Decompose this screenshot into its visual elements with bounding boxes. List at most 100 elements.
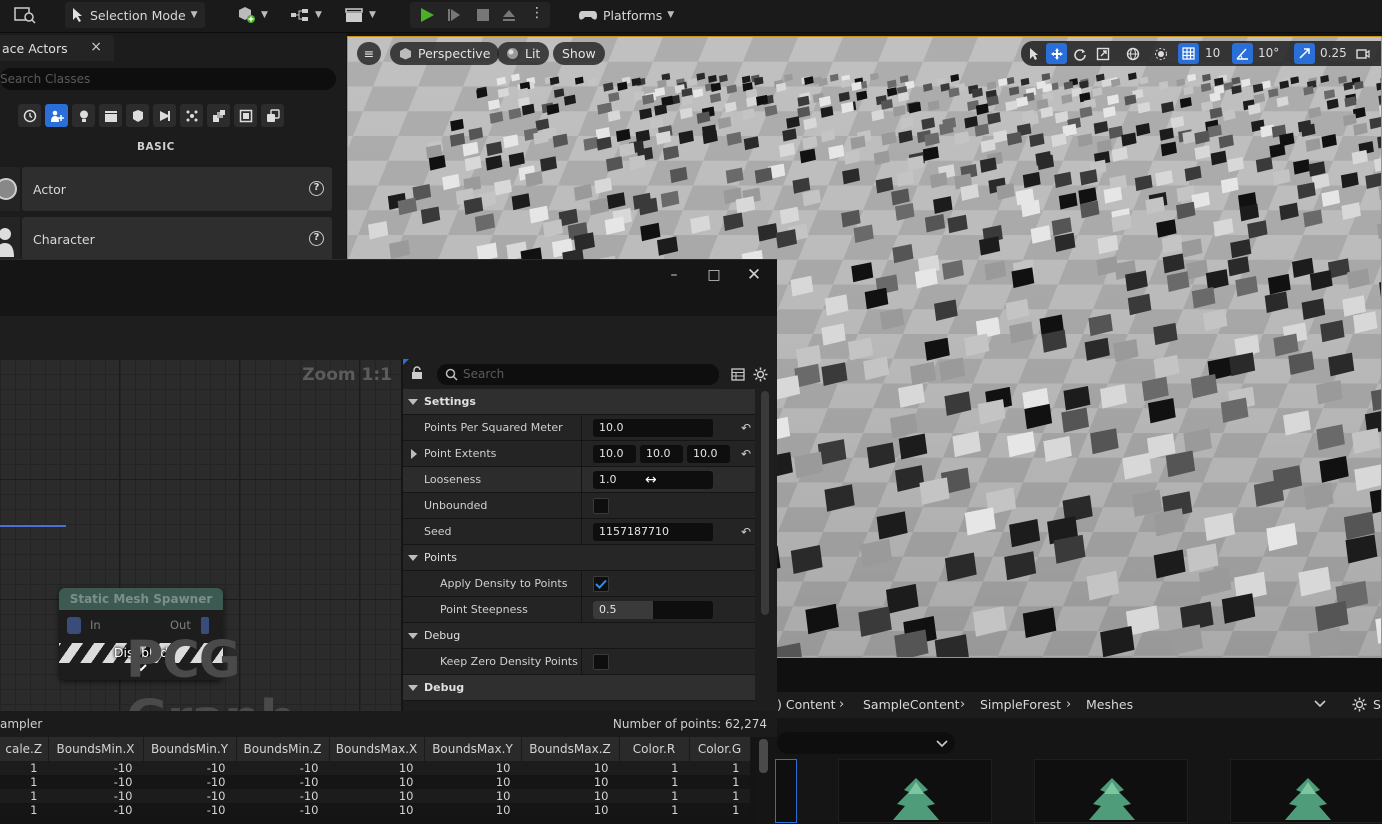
debug-category-2[interactable]: Debug	[403, 675, 755, 701]
close-window-icon[interactable]: ✕	[742, 263, 766, 287]
surface-snapping-icon[interactable]	[1150, 43, 1171, 64]
basic-actors-icon[interactable]	[45, 104, 68, 127]
point-extents-y-field[interactable]: 10.0	[640, 445, 683, 463]
column-header[interactable]: BoundsMax.Z	[521, 737, 619, 761]
lit-mode-button[interactable]: Lit	[497, 42, 549, 65]
breadcrumb-item-simpleforest[interactable]: SimpleForest	[980, 692, 1061, 718]
column-header[interactable]: Color.G	[689, 737, 750, 761]
breadcrumb-item-content[interactable]: ) Content	[777, 692, 836, 718]
cinematics-button[interactable]: ▼	[338, 2, 382, 28]
chevron-down-icon[interactable]	[1314, 700, 1326, 708]
input-pin-icon[interactable]	[67, 617, 81, 634]
grid-snap-icon[interactable]	[1178, 43, 1199, 64]
geometry-icon[interactable]	[153, 104, 176, 127]
reset-arrow-icon[interactable]: ↶	[741, 421, 751, 435]
points-per-sq-m-field[interactable]: 10.0	[593, 419, 713, 437]
grid-snap-value[interactable]: 10	[1205, 46, 1220, 60]
asset-tile[interactable]	[1034, 759, 1188, 823]
add-actor-button[interactable]: ▼	[230, 2, 274, 28]
rotation-snap-icon[interactable]	[1232, 43, 1253, 64]
column-header[interactable]: BoundsMin.Z	[236, 737, 329, 761]
debug-category-1[interactable]: Debug	[403, 623, 755, 649]
table-view-icon[interactable]	[731, 368, 745, 381]
table-row[interactable]: 1-10-10-1010101011	[0, 803, 750, 817]
settings-category[interactable]: Settings	[403, 389, 755, 415]
all-classes-icon[interactable]	[207, 104, 230, 127]
asset-tile[interactable]	[838, 759, 992, 823]
lock-icon[interactable]	[410, 366, 424, 380]
column-header[interactable]: BoundsMin.X	[48, 737, 143, 761]
keep-zero-density-checkbox[interactable]	[593, 654, 609, 670]
viewport-menu-button[interactable]: ≡	[357, 42, 381, 65]
breadcrumb-item-samplecontent[interactable]: SampleContent	[863, 692, 960, 718]
asset-tile[interactable]	[1230, 759, 1382, 823]
reset-arrow-icon[interactable]: ↶	[741, 525, 751, 539]
point-extents-z-field[interactable]: 10.0	[687, 445, 730, 463]
perspective-button[interactable]: Perspective	[390, 42, 499, 65]
list-item-character[interactable]: Character ?	[22, 217, 332, 261]
table-row[interactable]: 1-10-10-1010101011	[0, 789, 750, 803]
attribute-table[interactable]: cale.ZBoundsMin.XBoundsMin.YBoundsMin.ZB…	[0, 737, 757, 824]
rotate-icon[interactable]	[1069, 43, 1090, 64]
visual-effects-icon[interactable]	[126, 104, 149, 127]
point-steepness-slider[interactable]: 0.5	[593, 601, 713, 619]
camera-speed-icon[interactable]	[1352, 43, 1373, 64]
help-icon[interactable]: ?	[309, 231, 324, 246]
world-space-icon[interactable]	[1122, 43, 1143, 64]
table-row[interactable]: 1-10-10-1010101011	[0, 761, 750, 775]
translate-icon[interactable]	[1046, 43, 1067, 64]
asset-tile-selected[interactable]	[775, 759, 797, 823]
place-actors-tab[interactable]: ace Actors ×	[0, 35, 114, 61]
unbounded-checkbox[interactable]	[593, 498, 609, 514]
more-options-icon[interactable]: ⋮	[530, 5, 544, 21]
blueprint-button[interactable]: ▼	[284, 2, 328, 28]
settings-gear-icon[interactable]	[1352, 697, 1367, 712]
place-more-icon[interactable]	[261, 104, 284, 127]
close-icon[interactable]: ×	[90, 39, 102, 55]
search-classes-input[interactable]: Search Classes	[0, 68, 336, 90]
maximize-icon[interactable]: □	[702, 263, 726, 287]
table-scrollbar[interactable]	[759, 739, 768, 773]
scale-snap-value[interactable]: 0.25	[1320, 46, 1347, 60]
show-button[interactable]: Show	[553, 42, 605, 65]
recent-icon[interactable]	[18, 104, 41, 127]
points-category[interactable]: Points	[403, 545, 755, 571]
details-search-input[interactable]: Search	[437, 364, 719, 385]
platforms-button[interactable]: Platforms ▼	[572, 2, 672, 28]
content-folder-icon[interactable]	[14, 5, 36, 25]
stop-icon[interactable]	[474, 6, 492, 24]
help-icon[interactable]: ?	[309, 181, 324, 196]
column-header[interactable]: cale.Z	[0, 737, 48, 761]
rotation-snap-value[interactable]: 10°	[1258, 46, 1279, 60]
minimize-icon[interactable]: –	[662, 263, 686, 287]
scale-icon[interactable]	[1092, 43, 1113, 64]
connection-wire[interactable]	[0, 525, 66, 527]
pcg-graph-canvas[interactable]: Zoom 1:1 Static Mesh Spawner In Out Disa…	[0, 359, 401, 711]
expand-arrow-icon[interactable]	[411, 449, 417, 459]
advance-frame-icon[interactable]	[446, 6, 464, 24]
table-row[interactable]: 1-10-10-1010101011	[0, 775, 750, 789]
apply-density-checkbox[interactable]	[593, 576, 609, 592]
volumes-icon[interactable]	[180, 104, 203, 127]
selection-mode-button[interactable]: Selection Mode ▼	[65, 2, 205, 28]
column-header[interactable]: BoundsMin.Y	[143, 737, 236, 761]
cinematic-icon[interactable]	[99, 104, 122, 127]
details-scrollbar[interactable]	[761, 391, 769, 615]
filter-dropdown[interactable]	[777, 732, 955, 754]
column-header[interactable]: BoundsMax.X	[329, 737, 424, 761]
reset-arrow-icon[interactable]: ↶	[741, 447, 751, 461]
point-extents-x-field[interactable]: 10.0	[593, 445, 636, 463]
seed-field[interactable]: 1157187710	[593, 523, 713, 541]
settings-gear-icon[interactable]	[753, 367, 768, 382]
select-mode-icon[interactable]	[1023, 43, 1044, 64]
play-icon[interactable]	[418, 6, 436, 24]
shapes-icon[interactable]	[234, 104, 257, 127]
column-header[interactable]: BoundsMax.Y	[424, 737, 521, 761]
eject-icon[interactable]	[500, 6, 518, 24]
column-header[interactable]: Color.R	[619, 737, 689, 761]
scale-snap-icon[interactable]	[1294, 43, 1315, 64]
list-item-actor[interactable]: Actor ?	[22, 167, 332, 211]
lights-icon[interactable]	[72, 104, 95, 127]
breadcrumb-item-meshes[interactable]: Meshes	[1086, 692, 1133, 718]
settings-label[interactable]: S	[1373, 692, 1381, 718]
